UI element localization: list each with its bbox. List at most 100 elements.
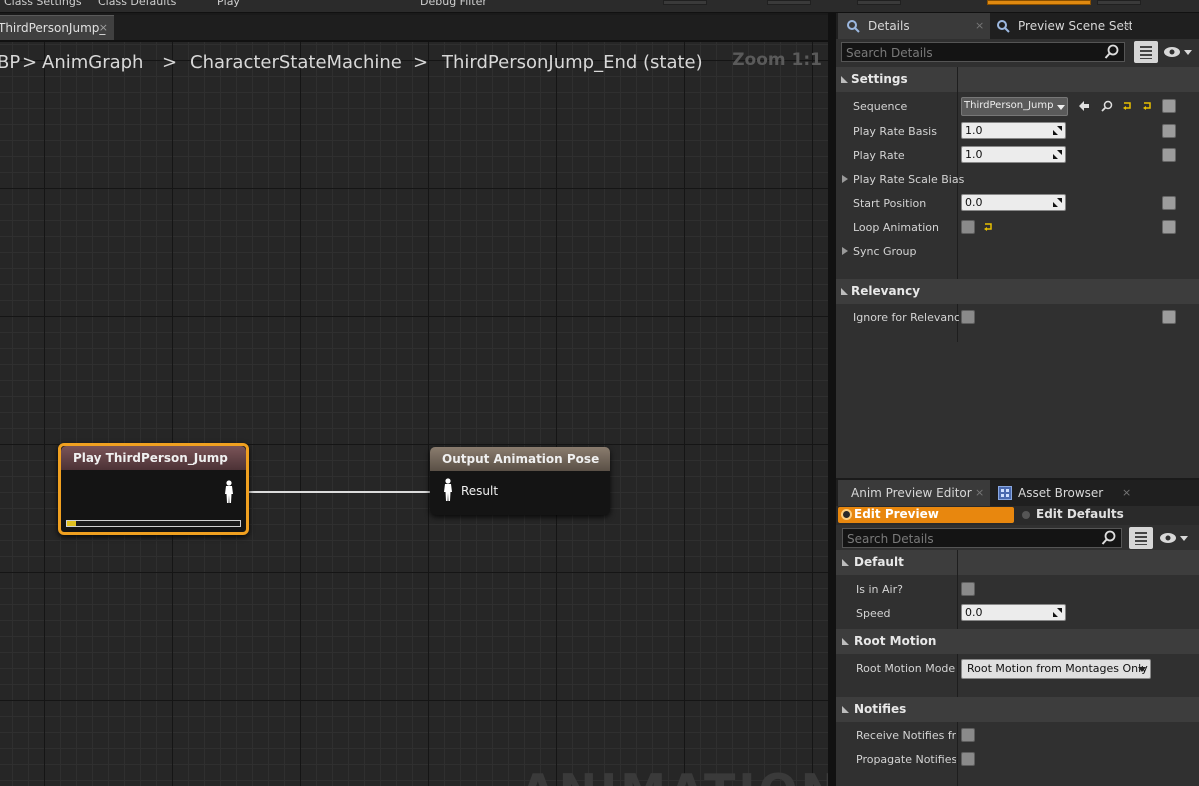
- breadcrumb-item-bp[interactable]: BP: [0, 52, 20, 73]
- anim-graph-canvas[interactable]: BP > AnimGraph > CharacterStateMachine >…: [0, 40, 828, 786]
- tab-details[interactable]: Details ×: [838, 13, 990, 39]
- preview-search-input[interactable]: Search Details: [842, 528, 1122, 548]
- start-position-input[interactable]: 0.0: [961, 194, 1066, 211]
- use-selected-arrow-icon[interactable]: [1077, 99, 1091, 113]
- spin-arrows-icon: [1053, 198, 1062, 207]
- node-title: Output Animation Pose: [430, 447, 610, 471]
- pin-checkbox[interactable]: [1162, 148, 1176, 162]
- collapse-triangle-icon: [841, 76, 848, 83]
- eye-visibility-icon[interactable]: [1162, 44, 1194, 60]
- speed-input[interactable]: 0.0: [961, 604, 1066, 621]
- radio-icon: [1022, 511, 1030, 519]
- play-button[interactable]: Play: [217, 0, 240, 8]
- property-start-position: Start Position 0.0: [836, 192, 1199, 216]
- class-defaults-button[interactable]: Class Defaults: [98, 0, 176, 8]
- edit-preview-radio[interactable]: Edit Preview: [838, 507, 1014, 523]
- view-options-button[interactable]: [1129, 527, 1153, 549]
- details-tab-bar: Details × Preview Scene Sett ×: [836, 13, 1199, 39]
- breadcrumb-item-state-machine[interactable]: CharacterStateMachine: [190, 52, 402, 73]
- toolbar-button[interactable]: [663, 0, 707, 5]
- expand-arrow-icon[interactable]: [842, 175, 848, 183]
- reset-arrow-icon[interactable]: [982, 220, 996, 234]
- property-label: Speed: [856, 607, 891, 620]
- property-label: Loop Animation: [853, 221, 939, 234]
- pin-checkbox[interactable]: [1162, 220, 1176, 234]
- close-icon[interactable]: ×: [1122, 486, 1131, 499]
- mode-button-active[interactable]: [987, 0, 1091, 5]
- toolbar-button[interactable]: [1097, 0, 1141, 5]
- pin-checkbox[interactable]: [1162, 196, 1176, 210]
- tab-preview-scene-settings[interactable]: Preview Scene Sett ×: [992, 13, 1132, 39]
- eye-visibility-icon[interactable]: [1158, 530, 1190, 546]
- pose-output-pin-icon[interactable]: [223, 480, 235, 504]
- tab-label: Anim Preview Editor: [851, 486, 972, 500]
- panel-splitter[interactable]: [828, 13, 836, 786]
- property-propagate-notifies: Propagate Notifies t: [836, 748, 1199, 772]
- close-icon[interactable]: ×: [975, 19, 984, 32]
- tab-asset-browser[interactable]: Asset Browser ×: [992, 480, 1132, 506]
- category-notifies[interactable]: Notifies: [836, 697, 1199, 722]
- close-icon[interactable]: ×: [99, 21, 108, 34]
- close-icon[interactable]: ×: [1122, 19, 1131, 32]
- property-play-rate-basis: Play Rate Basis 1.0: [836, 120, 1199, 144]
- class-settings-button[interactable]: Class Settings: [4, 0, 82, 8]
- tab-anim-preview-editor[interactable]: Anim Preview Editor ×: [838, 480, 990, 506]
- breadcrumb-item-animgraph[interactable]: AnimGraph: [42, 52, 143, 73]
- propagate-notifies-checkbox[interactable]: [961, 752, 975, 766]
- property-label: Root Motion Mode: [856, 662, 956, 675]
- details-search-input[interactable]: Search Details: [841, 42, 1125, 62]
- output-pose-node[interactable]: Output Animation Pose Result: [430, 447, 610, 515]
- property-sync-group[interactable]: Sync Group: [836, 240, 1199, 264]
- pose-input-pin-icon[interactable]: [442, 478, 454, 502]
- browse-magnifier-icon[interactable]: [1100, 99, 1114, 113]
- toolbar-button[interactable]: [857, 0, 901, 5]
- property-speed: Speed 0.0: [836, 602, 1199, 626]
- expand-arrow-icon[interactable]: [842, 247, 848, 255]
- property-sequence: Sequence ThirdPerson_Jump: [836, 95, 1199, 119]
- category-default[interactable]: Default: [836, 550, 1199, 575]
- search-placeholder: Search Details: [846, 46, 933, 60]
- edit-defaults-radio[interactable]: Edit Defaults: [1022, 507, 1124, 523]
- property-label: Sync Group: [853, 245, 917, 258]
- collapse-triangle-icon: [842, 638, 849, 645]
- property-play-rate: Play Rate 1.0: [836, 144, 1199, 168]
- toolbar-button[interactable]: [767, 0, 811, 5]
- graph-tab[interactable]: ThirdPersonJump_ ×: [0, 15, 114, 40]
- receive-notifies-checkbox[interactable]: [961, 728, 975, 742]
- pin-checkbox[interactable]: [1162, 124, 1176, 138]
- is-in-air-checkbox[interactable]: [961, 582, 975, 596]
- play-rate-input[interactable]: 1.0: [961, 146, 1066, 163]
- details-panel: Details × Preview Scene Sett × Search De…: [836, 13, 1199, 478]
- play-rate-basis-input[interactable]: 1.0: [961, 122, 1066, 139]
- property-play-rate-scale-bias[interactable]: Play Rate Scale Bias: [836, 168, 1199, 192]
- asset-browser-icon: [998, 486, 1012, 500]
- property-loop-animation: Loop Animation: [836, 216, 1199, 240]
- reset-arrow-icon[interactable]: [1141, 99, 1155, 113]
- loop-animation-checkbox[interactable]: [961, 220, 975, 234]
- edit-preview-label: Edit Preview: [854, 507, 939, 521]
- sequence-asset-picker[interactable]: ThirdPerson_Jump: [961, 97, 1068, 116]
- pin-checkbox[interactable]: [1162, 310, 1176, 324]
- search-icon: [847, 20, 860, 33]
- category-settings[interactable]: Settings: [836, 67, 1199, 92]
- edit-defaults-label: Edit Defaults: [1036, 507, 1124, 521]
- breadcrumb-separator: >: [413, 52, 429, 73]
- graph-watermark: ANIMATION: [520, 764, 828, 786]
- preview-mode-bar: Edit Preview Edit Defaults: [836, 506, 1199, 525]
- ignore-relevancy-checkbox[interactable]: [961, 310, 975, 324]
- category-relevancy[interactable]: Relevancy: [836, 279, 1199, 304]
- pose-wire[interactable]: [246, 491, 430, 493]
- breadcrumb-item-state[interactable]: ThirdPersonJump_End (state): [442, 52, 703, 73]
- search-placeholder: Search Details: [847, 532, 934, 546]
- dropdown-arrow-icon: [1138, 667, 1146, 672]
- property-label: Sequence: [853, 100, 908, 113]
- category-root-motion[interactable]: Root Motion: [836, 629, 1199, 654]
- root-motion-mode-dropdown[interactable]: Root Motion from Montages Only: [961, 659, 1151, 679]
- reset-arrow-icon[interactable]: [1121, 99, 1135, 113]
- view-options-button[interactable]: [1134, 41, 1158, 63]
- category-title: Default: [854, 555, 904, 569]
- collapse-triangle-icon: [842, 559, 849, 566]
- pin-checkbox[interactable]: [1162, 99, 1176, 113]
- close-icon[interactable]: ×: [975, 486, 984, 499]
- play-sequence-node[interactable]: Play ThirdPerson_Jump: [58, 443, 249, 535]
